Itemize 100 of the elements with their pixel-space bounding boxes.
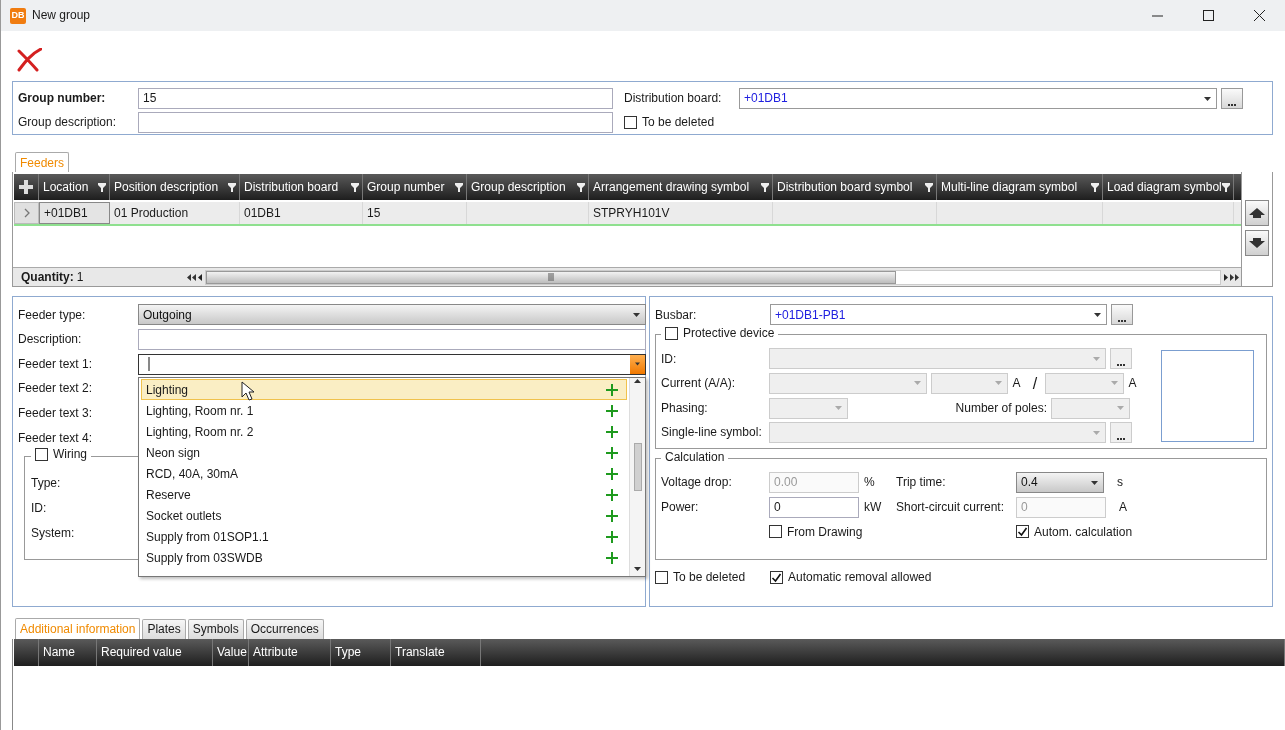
- filter-icon[interactable]: [228, 182, 236, 192]
- table-cell: STPRYH101V: [589, 202, 773, 225]
- column-header[interactable]: Arrangement drawing symbol: [589, 174, 773, 201]
- field-label: Group number:: [18, 91, 107, 106]
- scroll-up-icon[interactable]: [634, 378, 641, 384]
- checkbox[interactable]: [35, 448, 48, 462]
- dropdown-item[interactable]: Supply from 01SOP1.1: [141, 526, 627, 548]
- distribution-board-dropdown[interactable]: +01DB1: [739, 88, 1217, 109]
- checkbox[interactable]: [769, 525, 782, 539]
- dropdown-item[interactable]: RCD, 40A, 30mA: [141, 463, 627, 485]
- add-icon[interactable]: [18, 179, 34, 196]
- app-logo: DB: [10, 7, 26, 24]
- close-icon[interactable]: [1254, 10, 1265, 21]
- trip-time-dropdown[interactable]: 0.4: [1016, 472, 1104, 494]
- filter-icon[interactable]: [455, 182, 463, 192]
- column-header[interactable]: Distribution board symbol: [773, 174, 937, 201]
- caret-icon: [914, 381, 921, 386]
- column-header[interactable]: Required value: [97, 638, 213, 666]
- column-header[interactable]: Distribution board: [240, 174, 363, 201]
- checkbox[interactable]: [624, 116, 637, 129]
- ellipsis-icon: [1116, 362, 1126, 369]
- scrollbar-thumb[interactable]: [633, 443, 642, 492]
- arrow-down-icon: [1249, 238, 1265, 249]
- text-field[interactable]: 0: [769, 496, 859, 518]
- column-header[interactable]: Name: [39, 638, 97, 666]
- column-header[interactable]: Attribute: [249, 638, 331, 666]
- table-cell: 01 Production: [110, 202, 240, 225]
- checkbox[interactable]: [770, 570, 783, 584]
- more-button[interactable]: [1110, 348, 1132, 370]
- dropdown-item[interactable]: Neon sign: [141, 442, 627, 464]
- plus-icon[interactable]: [606, 509, 618, 522]
- column-header[interactable]: Translate: [391, 638, 481, 666]
- scroll-last-icon[interactable]: [1230, 273, 1240, 281]
- caret-icon: [995, 381, 1002, 386]
- scroll-down-icon[interactable]: [634, 567, 641, 573]
- plus-icon[interactable]: [606, 530, 618, 543]
- plus-icon[interactable]: [606, 383, 618, 396]
- dropdown-item[interactable]: Reserve: [141, 484, 627, 506]
- filter-icon[interactable]: [925, 182, 933, 192]
- feeder-type-dropdown[interactable]: Outgoing: [138, 304, 646, 326]
- check-icon: [1017, 526, 1028, 538]
- plus-icon[interactable]: [606, 425, 618, 438]
- unit-label: A: [1127, 376, 1138, 391]
- dropdown-button[interactable]: [630, 354, 645, 374]
- dropdown-item[interactable]: Lighting, Room nr. 2: [141, 421, 627, 443]
- column-header[interactable]: Location: [39, 174, 110, 201]
- more-button[interactable]: [1111, 304, 1133, 326]
- tab[interactable]: Symbols: [187, 619, 244, 639]
- filter-icon[interactable]: [1091, 182, 1099, 192]
- move-down-button[interactable]: [1245, 230, 1269, 257]
- plus-icon[interactable]: [606, 551, 618, 564]
- tab[interactable]: Occurrences: [245, 619, 324, 639]
- field-label: System:: [31, 526, 75, 543]
- plus-icon[interactable]: [606, 446, 618, 459]
- field-label: ID:: [31, 501, 47, 518]
- filter-icon[interactable]: [761, 182, 769, 192]
- ellipsis-icon: [1227, 102, 1237, 108]
- filter-icon[interactable]: [351, 182, 359, 192]
- dropdown-item[interactable]: Lighting: [141, 379, 627, 401]
- delete-icon[interactable]: [16, 48, 42, 72]
- scroll-first-icon[interactable]: [186, 273, 196, 281]
- checkbox[interactable]: [1016, 525, 1029, 539]
- field-label: Busbar:: [655, 307, 698, 323]
- column-header[interactable]: Type: [331, 638, 391, 666]
- ellipsis-icon: [1116, 436, 1126, 443]
- plus-icon[interactable]: [606, 404, 618, 417]
- text-field[interactable]: [138, 112, 613, 133]
- checkbox[interactable]: [665, 327, 678, 341]
- column-header[interactable]: Group number: [363, 174, 467, 201]
- dropdown-item[interactable]: Socket outlets: [141, 505, 627, 527]
- scrollbar[interactable]: [629, 378, 645, 577]
- text-field[interactable]: 15: [138, 88, 613, 109]
- filter-icon[interactable]: [577, 182, 585, 192]
- ellipsis-icon: [1117, 318, 1127, 325]
- filter-icon[interactable]: [98, 182, 106, 192]
- column-header[interactable]: Group description: [467, 174, 589, 201]
- dropdown-item[interactable]: Lighting, Room nr. 1: [141, 400, 627, 422]
- plus-icon[interactable]: [606, 488, 618, 501]
- text-field[interactable]: [138, 329, 646, 350]
- column-header[interactable]: Load diagram symbol: [1103, 174, 1234, 201]
- combo-field[interactable]: [138, 353, 646, 375]
- field-label: ID:: [661, 351, 678, 367]
- checkbox-label: From Drawing: [787, 524, 863, 540]
- caret-icon: [835, 406, 842, 411]
- plus-icon[interactable]: [606, 467, 618, 480]
- tab[interactable]: Plates: [142, 619, 186, 639]
- move-up-button[interactable]: [1245, 200, 1269, 227]
- maximize-icon[interactable]: [1203, 10, 1214, 21]
- column-header[interactable]: Value: [213, 638, 249, 666]
- checkbox[interactable]: [655, 570, 668, 584]
- column-header[interactable]: Multi-line diagram symbol: [937, 174, 1103, 201]
- column-header[interactable]: Position description: [110, 174, 240, 201]
- more-button[interactable]: [1110, 422, 1132, 444]
- field-label: Feeder text 4:: [18, 430, 94, 446]
- busbar-dropdown[interactable]: +01DB1-PB1: [770, 304, 1107, 326]
- more-button[interactable]: [1221, 88, 1243, 109]
- dropdown-item[interactable]: Supply from 03SWDB: [141, 547, 627, 569]
- caret-icon: [1117, 406, 1124, 411]
- scrollbar-thumb[interactable]: [205, 270, 896, 284]
- filter-icon[interactable]: [1222, 182, 1230, 192]
